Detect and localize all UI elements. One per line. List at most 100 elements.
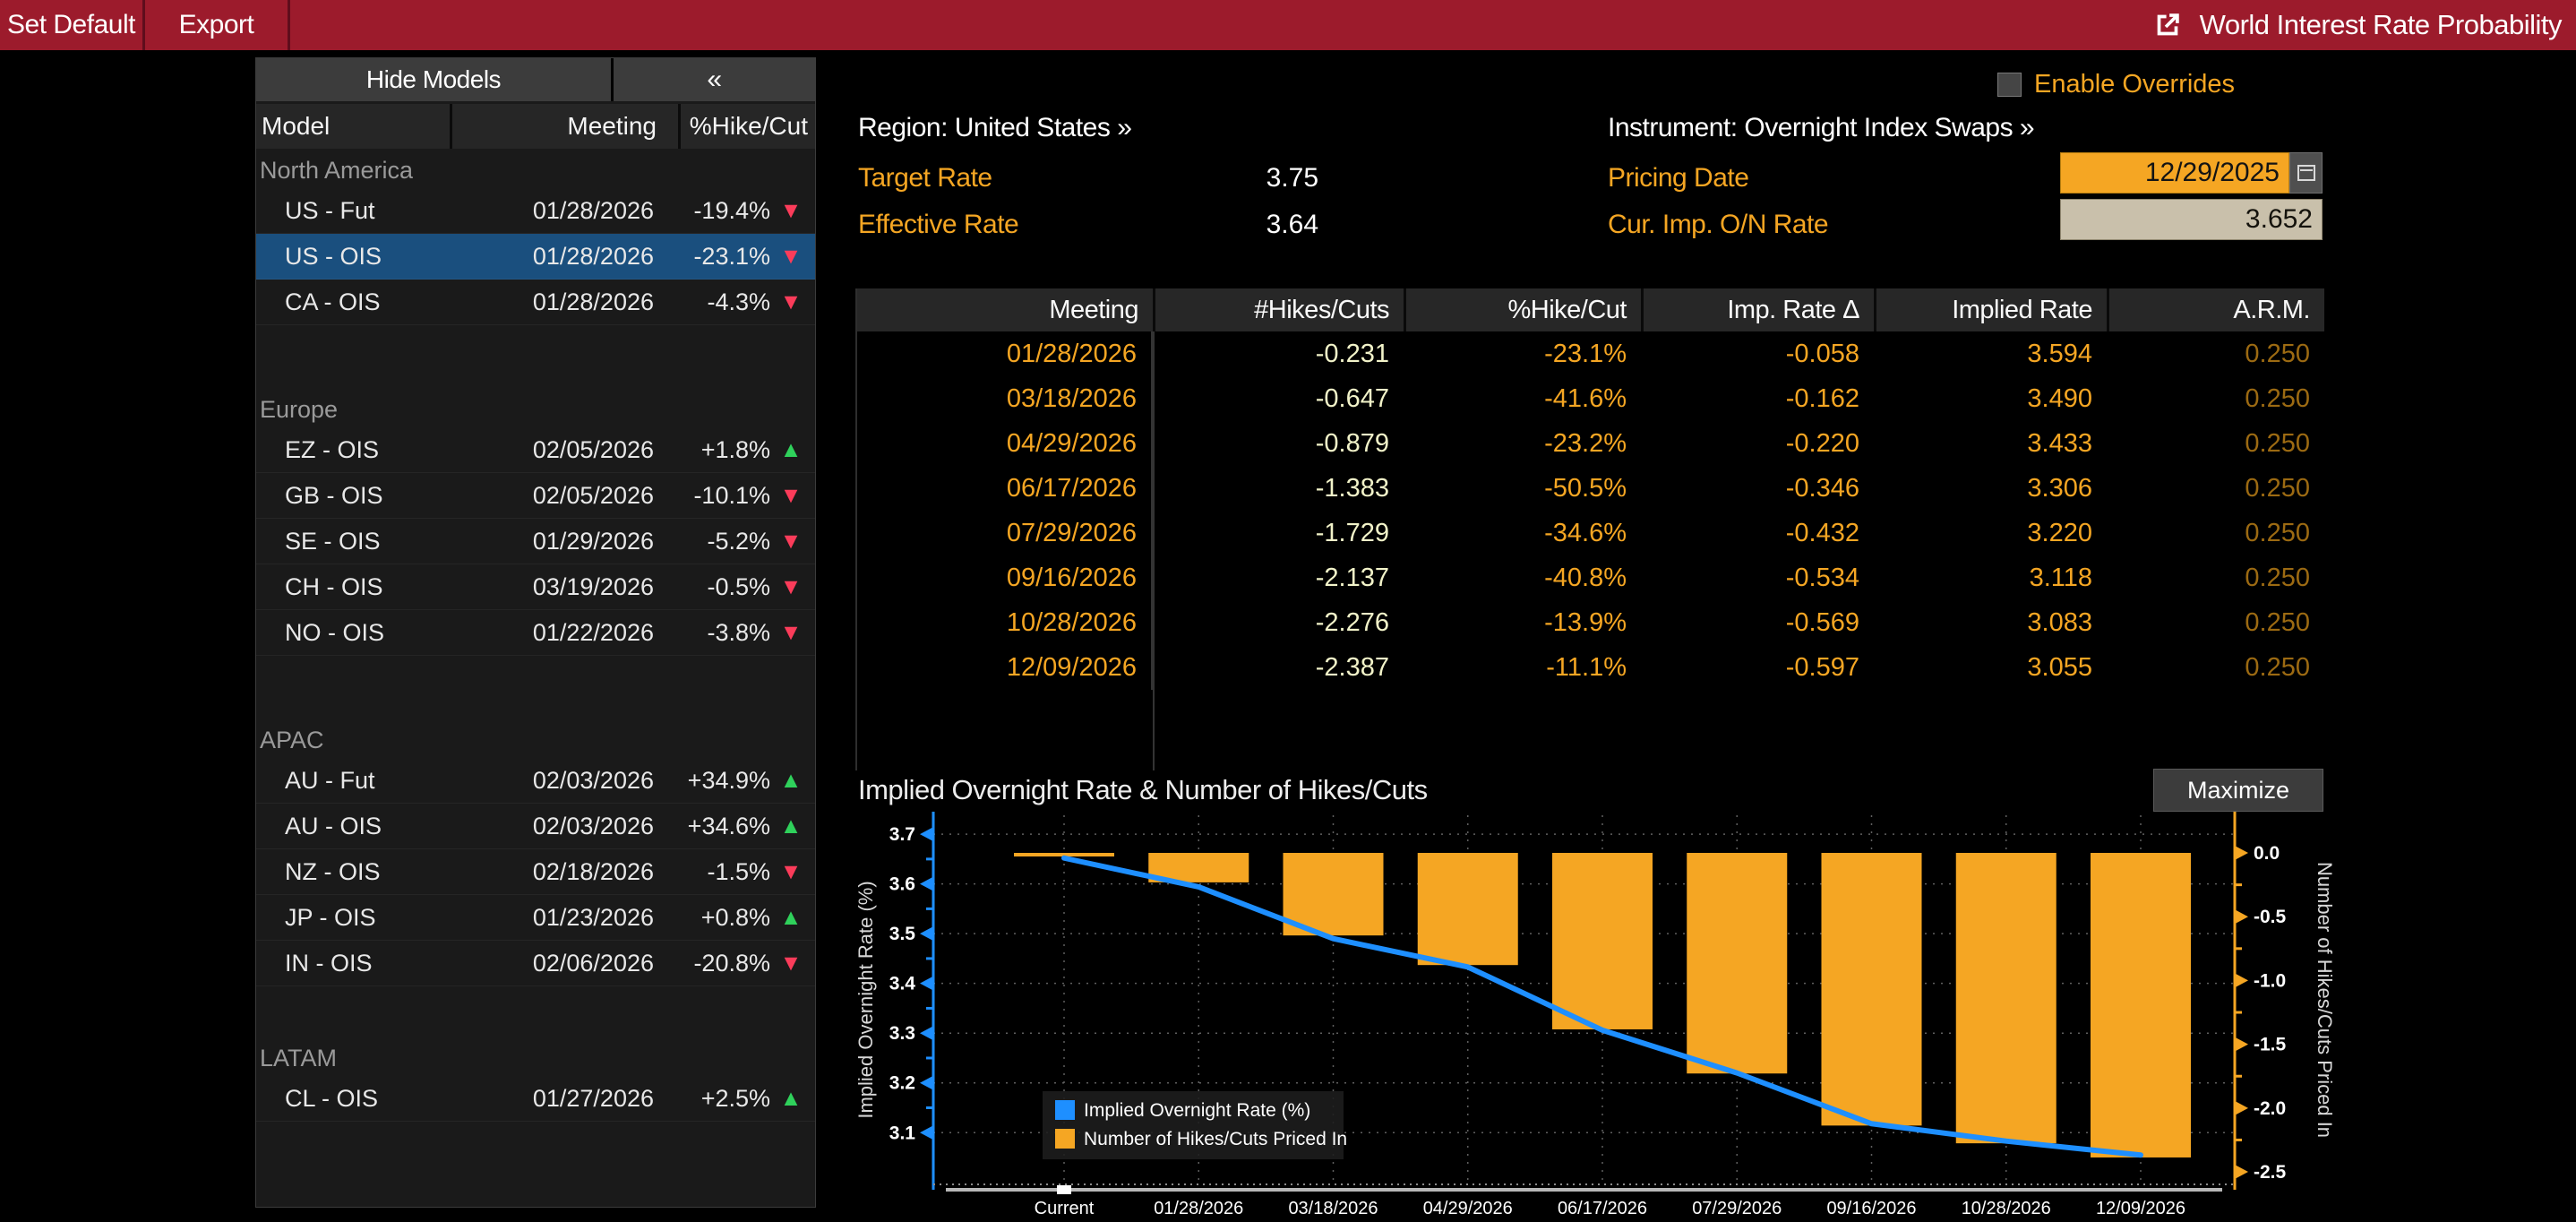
hike-cut-value: +1.8% xyxy=(675,436,770,464)
model-row-us-fut[interactable]: US - Fut01/28/2026-19.4%▼ xyxy=(256,188,815,234)
rates-cell: 04/29/2026 xyxy=(857,421,1153,466)
rates-cell: 0.250 xyxy=(2107,421,2324,466)
pricing-date-input[interactable]: 12/29/2025 xyxy=(2060,152,2289,194)
model-row-nz-ois[interactable]: NZ - OIS02/18/2026-1.5%▼ xyxy=(256,849,815,895)
cur-imp-rate-input[interactable]: 3.652 xyxy=(2060,199,2323,240)
rates-column-header: Implied Rate xyxy=(1874,288,2107,331)
up-arrow-icon: ▲ xyxy=(770,905,811,931)
rates-cell: 3.490 xyxy=(1874,376,2107,421)
region-group-label: North America xyxy=(256,149,815,188)
effective-rate-value: 3.64 xyxy=(1164,210,1318,240)
rates-cell: 01/28/2026 xyxy=(857,331,1153,376)
rates-cell: 3.594 xyxy=(1874,331,2107,376)
hide-models-button[interactable]: Hide Models xyxy=(256,58,611,101)
model-row-au-fut[interactable]: AU - Fut02/03/2026+34.9%▲ xyxy=(256,758,815,804)
export-button[interactable]: Export xyxy=(145,0,290,50)
rates-cell: 3.433 xyxy=(1874,421,2107,466)
model-row-gb-ois[interactable]: GB - OIS02/05/2026-10.1%▼ xyxy=(256,473,815,519)
model-label: AU - Fut xyxy=(256,767,450,795)
rates-cell: 0.250 xyxy=(2107,600,2324,645)
region-group-label: APAC xyxy=(256,719,815,758)
model-row-se-ois[interactable]: SE - OIS01/29/2026-5.2%▼ xyxy=(256,519,815,564)
table-column-divider xyxy=(1153,331,1155,770)
model-row-in-ois[interactable]: IN - OIS02/06/2026-20.8%▼ xyxy=(256,941,815,986)
open-external-icon[interactable] xyxy=(2151,9,2184,41)
model-row-no-ois[interactable]: NO - OIS01/22/2026-3.8%▼ xyxy=(256,610,815,656)
svg-text:04/29/2026: 04/29/2026 xyxy=(1423,1199,1513,1218)
meeting-date: 02/03/2026 xyxy=(450,767,675,795)
rates-column-header: %Hike/Cut xyxy=(1404,288,1641,331)
rates-cell: -0.432 xyxy=(1641,511,1874,555)
meeting-date: 02/06/2026 xyxy=(450,950,675,977)
enable-overrides-label: Enable Overrides xyxy=(2034,70,2235,99)
rates-cell: 0.250 xyxy=(2107,511,2324,555)
calendar-button[interactable] xyxy=(2289,152,2323,194)
rates-column-header: Meeting xyxy=(857,288,1153,331)
rates-cell: -2.276 xyxy=(1153,600,1404,645)
model-label: AU - OIS xyxy=(256,813,450,840)
rates-cell: 3.118 xyxy=(1874,555,2107,600)
enable-overrides-checkbox[interactable] xyxy=(1997,73,2022,97)
svg-text:10/28/2026: 10/28/2026 xyxy=(1962,1199,2051,1218)
down-arrow-icon: ▼ xyxy=(770,244,811,270)
set-default-button[interactable]: Set Default xyxy=(0,0,145,50)
svg-text:Number of Hikes/Cuts Priced In: Number of Hikes/Cuts Priced In xyxy=(1084,1129,1347,1149)
models-list: North AmericaUS - Fut01/28/2026-19.4%▼US… xyxy=(256,149,815,1122)
maximize-button[interactable]: Maximize xyxy=(2153,769,2323,812)
svg-text:-1.0: -1.0 xyxy=(2254,970,2286,991)
rates-row: 04/29/2026-0.879-23.2%-0.2203.4330.250 xyxy=(857,421,2324,466)
column-header-meeting: Meeting xyxy=(452,104,678,149)
rates-row: 01/28/2026-0.231-23.1%-0.0583.5940.250 xyxy=(857,331,2324,376)
meeting-date: 02/05/2026 xyxy=(450,436,675,464)
hike-cut-value: +34.9% xyxy=(675,767,770,795)
region-label: Region: xyxy=(858,113,948,142)
rates-cell: 0.250 xyxy=(2107,555,2324,600)
model-label: NO - OIS xyxy=(256,619,450,647)
page-title: World Interest Rate Probability xyxy=(2200,9,2562,41)
rates-row: 06/17/2026-1.383-50.5%-0.3463.3060.250 xyxy=(857,466,2324,511)
model-row-ch-ois[interactable]: CH - OIS03/19/2026-0.5%▼ xyxy=(256,564,815,610)
model-label: CH - OIS xyxy=(256,573,450,601)
svg-text:3.5: 3.5 xyxy=(889,924,916,944)
rates-cell: 3.055 xyxy=(1874,645,2107,690)
model-row-ez-ois[interactable]: EZ - OIS02/05/2026+1.8%▲ xyxy=(256,427,815,473)
svg-text:12/09/2026: 12/09/2026 xyxy=(2096,1199,2185,1218)
model-row-cl-ois[interactable]: CL - OIS01/27/2026+2.5%▲ xyxy=(256,1076,815,1122)
up-arrow-icon: ▲ xyxy=(770,768,811,794)
model-row-jp-ois[interactable]: JP - OIS01/23/2026+0.8%▲ xyxy=(256,895,815,941)
model-row-au-ois[interactable]: AU - OIS02/03/2026+34.6%▲ xyxy=(256,804,815,849)
meeting-date: 01/23/2026 xyxy=(450,904,675,932)
rates-table-header-row: Meeting#Hikes/Cuts%Hike/CutImp. Rate ΔIm… xyxy=(857,288,2324,331)
rates-cell: -0.879 xyxy=(1153,421,1404,466)
svg-text:06/17/2026: 06/17/2026 xyxy=(1558,1199,1647,1218)
model-row-ca-ois[interactable]: CA - OIS01/28/2026-4.3%▼ xyxy=(256,280,815,325)
group-gap xyxy=(256,656,815,719)
top-toolbar: Set Default Export World Interest Rate P… xyxy=(0,0,2576,50)
instrument-chevrons: » xyxy=(2020,113,2034,142)
meeting-date: 01/28/2026 xyxy=(450,288,675,316)
model-row-us-ois[interactable]: US - OIS01/28/2026-23.1%▼ xyxy=(256,234,815,280)
svg-text:Implied Overnight Rate (%): Implied Overnight Rate (%) xyxy=(1084,1100,1310,1121)
model-label: IN - OIS xyxy=(256,950,450,977)
column-header-hike-cut: %Hike/Cut xyxy=(681,104,815,149)
collapse-sidebar-button[interactable]: « xyxy=(614,58,815,101)
hike-cut-value: +2.5% xyxy=(675,1085,770,1113)
region-link[interactable]: Region: United States » xyxy=(858,113,1131,143)
hike-cut-value: -10.1% xyxy=(675,482,770,510)
rates-cell: -50.5% xyxy=(1404,466,1641,511)
region-group-label: LATAM xyxy=(256,1037,815,1076)
svg-text:3.1: 3.1 xyxy=(889,1123,916,1143)
rates-cell: -0.569 xyxy=(1641,600,1874,645)
sidebar-toolbar: Hide Models « xyxy=(256,58,815,101)
svg-text:3.4: 3.4 xyxy=(889,974,916,994)
meeting-date: 02/18/2026 xyxy=(450,858,675,886)
column-header-model: Model xyxy=(256,104,450,149)
meeting-date: 01/28/2026 xyxy=(450,197,675,225)
model-label: EZ - OIS xyxy=(256,436,450,464)
hike-cut-value: +0.8% xyxy=(675,904,770,932)
region-value: United States xyxy=(955,113,1111,142)
models-table-header: Model Meeting %Hike/Cut xyxy=(256,104,815,149)
rates-cell: 03/18/2026 xyxy=(857,376,1153,421)
instrument-link[interactable]: Instrument: Overnight Index Swaps » xyxy=(1608,113,2034,143)
effective-rate-label: Effective Rate xyxy=(858,210,1018,240)
